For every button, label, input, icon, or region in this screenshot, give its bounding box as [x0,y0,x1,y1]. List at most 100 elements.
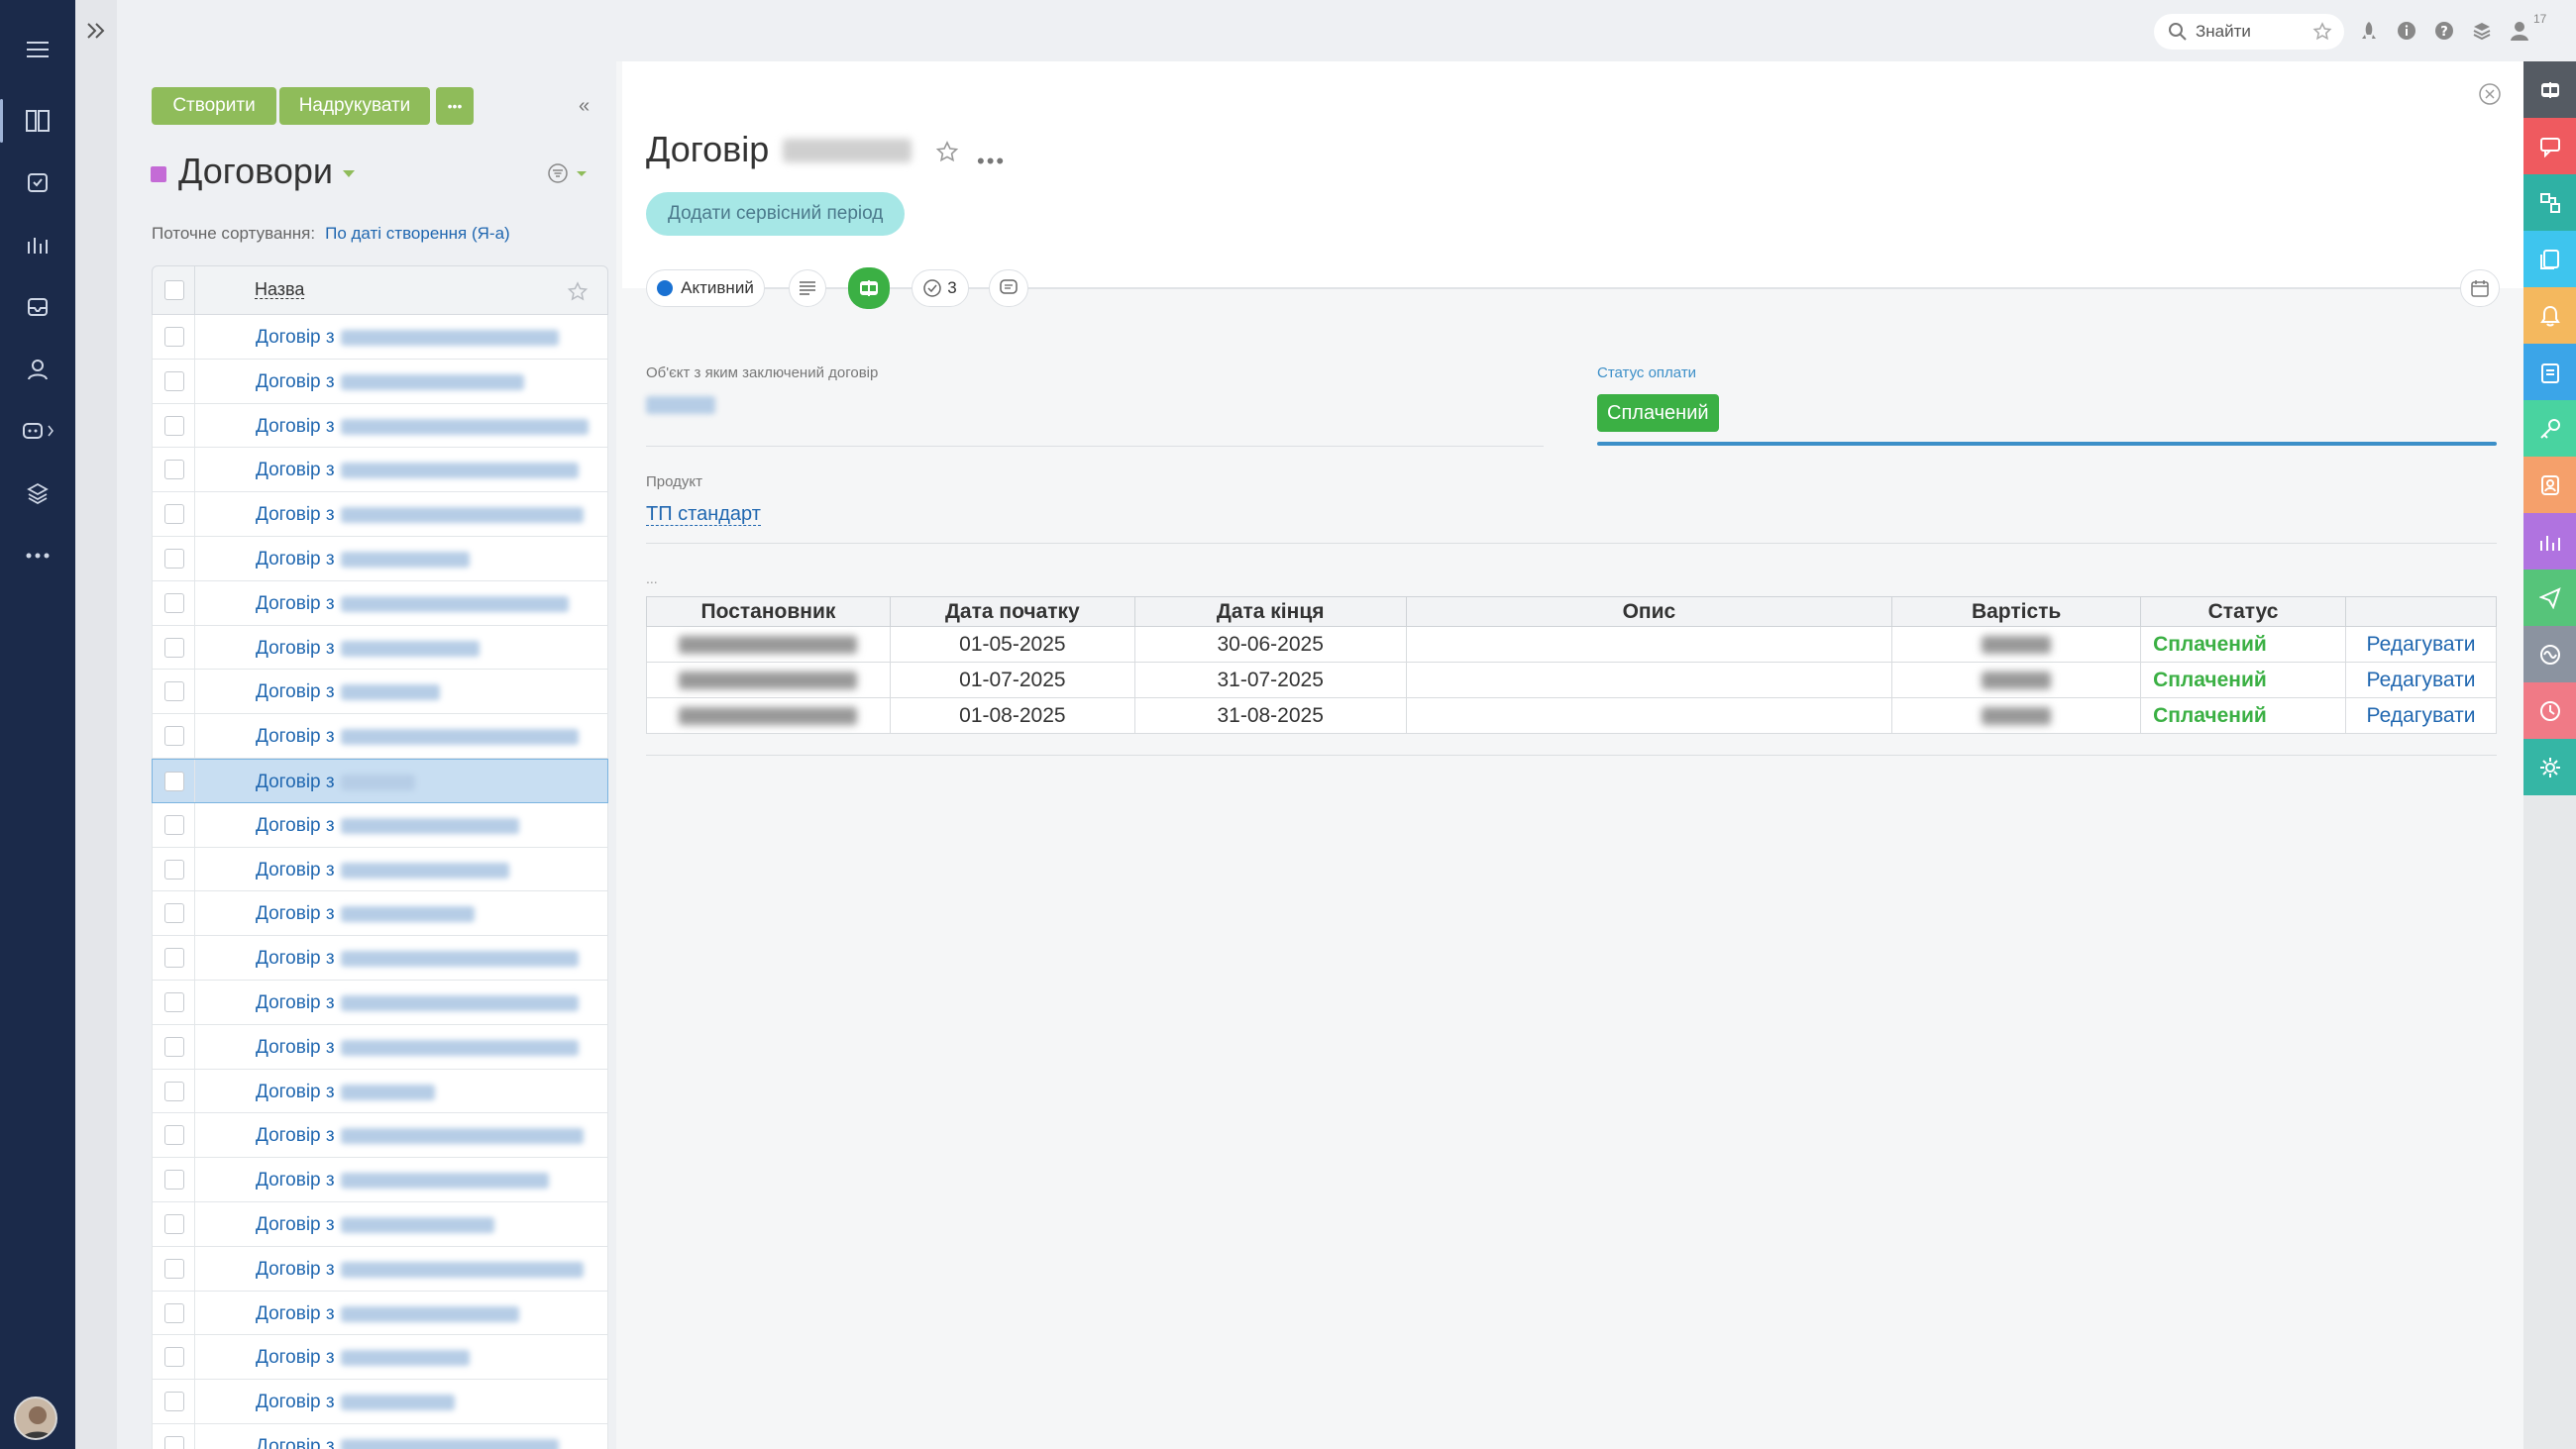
table-row[interactable]: Договір з [152,714,608,759]
contract-link[interactable]: Договір з [256,772,415,793]
contract-link[interactable]: Договір з [256,1170,549,1191]
table-row[interactable]: Договір з [152,936,608,981]
table-row[interactable]: Договір з [152,980,608,1025]
select-all-checkbox[interactable] [164,280,184,300]
table-row[interactable]: Договір з [152,492,608,537]
user-icon[interactable] [22,354,54,385]
help-icon[interactable]: ? [2433,20,2455,42]
star-icon[interactable] [567,281,589,303]
table-row[interactable]: Договір з [152,758,608,803]
inbox-icon[interactable] [22,291,54,323]
star-icon[interactable] [935,141,959,164]
rocket-icon[interactable] [2358,20,2380,42]
send-icon[interactable] [2523,569,2576,626]
profile-icon[interactable] [2509,20,2530,42]
crm-icon[interactable] [2523,61,2576,118]
calendar-button[interactable] [2460,269,2500,307]
table-row[interactable]: Договір з [152,802,608,848]
row-checkbox[interactable] [164,1258,184,1279]
row-checkbox[interactable] [164,460,184,480]
more-icon[interactable] [22,540,54,571]
column-header-name[interactable]: Назва [255,280,305,299]
contract-link[interactable]: Договір з [256,593,569,615]
table-row[interactable]: Договір з [152,1069,608,1114]
contract-link[interactable]: Договір з [256,1082,435,1103]
contract-link[interactable]: Договір з [256,948,579,970]
sidebar-expand-strip[interactable] [75,0,117,1449]
key-icon[interactable] [2523,400,2576,457]
contract-link[interactable]: Договір з [256,1392,455,1413]
table-row[interactable]: Договір з [152,1113,608,1159]
entity-title[interactable]: Договори [178,151,333,192]
create-button[interactable]: Створити [152,87,276,125]
payment-status-select[interactable]: Сплачений [1597,394,1719,432]
filter-icon[interactable] [547,162,589,184]
row-checkbox[interactable] [164,1347,184,1368]
more-actions-button[interactable]: ••• [436,87,474,125]
row-checkbox[interactable] [164,1036,184,1057]
edit-link[interactable]: Редагувати [2344,662,2498,698]
clipboard-icon[interactable] [2523,344,2576,400]
sort-value-link[interactable]: По даті створення (Я-а) [325,224,510,243]
row-checkbox[interactable] [164,903,184,924]
crm-tab-button[interactable] [848,267,890,309]
object-field-value-redacted[interactable] [646,396,715,414]
contract-link[interactable]: Договір з [256,1347,470,1369]
contact-icon[interactable] [2523,457,2576,513]
contract-link[interactable]: Договір з [256,726,579,748]
clock-icon[interactable] [2523,682,2576,739]
row-checkbox[interactable] [164,948,184,969]
row-checkbox[interactable] [164,1081,184,1101]
row-checkbox[interactable] [164,991,184,1012]
row-checkbox[interactable] [164,637,184,658]
contract-link[interactable]: Договір з [256,1037,579,1059]
row-checkbox[interactable] [164,814,184,835]
contract-link[interactable]: Договір з [256,815,519,837]
row-checkbox[interactable] [164,592,184,613]
row-checkbox[interactable] [164,726,184,747]
info-icon[interactable] [2396,20,2417,42]
edit-link[interactable]: Редагувати [2344,626,2498,663]
row-checkbox[interactable] [164,1170,184,1190]
contract-link[interactable]: Договір з [256,1303,519,1325]
row-checkbox[interactable] [164,415,184,436]
tasks-button[interactable]: 3 [912,269,969,307]
table-row[interactable]: Договір з [152,847,608,892]
row-checkbox[interactable] [164,504,184,525]
collapse-panel-icon[interactable]: « [579,95,590,118]
pulse-icon[interactable] [2523,626,2576,682]
contract-link[interactable]: Договір з [256,327,559,349]
contract-link[interactable]: Договір з [256,860,509,881]
contract-link[interactable]: Договір з [256,1436,559,1449]
table-row[interactable]: Договір з [152,359,608,404]
row-checkbox[interactable] [164,859,184,880]
chat-icon[interactable] [2523,118,2576,174]
row-checkbox[interactable] [164,1302,184,1323]
contract-link[interactable]: Договір з [256,681,440,703]
table-row[interactable]: Договір з [152,1291,608,1336]
table-row[interactable]: Договір з [152,403,608,449]
table-row[interactable]: Договір з [152,1158,608,1202]
avatar[interactable] [14,1397,57,1440]
contract-link[interactable]: Договір з [256,460,579,481]
contract-link[interactable]: Договір з [256,371,524,393]
robot-icon[interactable] [22,415,54,447]
chevron-down-icon[interactable] [343,170,355,177]
table-row[interactable]: Договір з [152,1201,608,1247]
print-button[interactable]: Надрукувати [279,87,430,125]
star-icon[interactable] [2312,22,2332,42]
row-checkbox[interactable] [164,327,184,347]
table-row[interactable]: Договір з [152,1423,608,1449]
contract-link[interactable]: Договір з [256,903,475,925]
table-row[interactable]: Договір з [152,315,608,360]
layers-icon[interactable] [22,477,54,509]
analytics-icon[interactable] [2523,513,2576,569]
contract-link[interactable]: Договір з [256,549,470,570]
status-badge[interactable]: Активний [646,269,765,307]
analytics-icon[interactable] [22,229,54,260]
contract-link[interactable]: Договір з [256,504,584,526]
row-checkbox[interactable] [164,370,184,391]
table-row[interactable]: Договір з [152,1024,608,1070]
menu-icon[interactable] [22,34,54,65]
contract-link[interactable]: Договір з [256,1259,584,1281]
